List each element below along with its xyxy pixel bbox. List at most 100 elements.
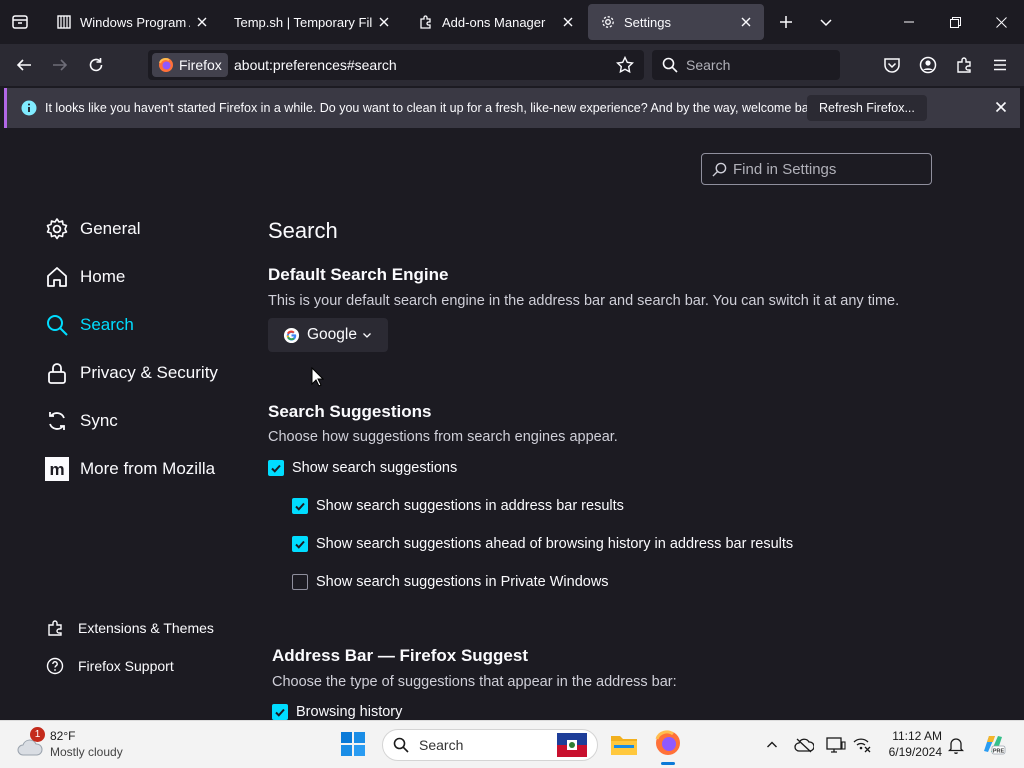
weather-description: Mostly cloudy bbox=[50, 745, 123, 759]
notifications-button[interactable] bbox=[946, 735, 966, 755]
firefox-taskbar-icon[interactable] bbox=[652, 729, 684, 767]
checkbox-checked[interactable] bbox=[292, 536, 308, 552]
forward-button[interactable] bbox=[44, 49, 76, 81]
tab-title: Windows Program Arc bbox=[80, 14, 190, 30]
folder-icon bbox=[611, 736, 637, 755]
active-app-indicator bbox=[661, 762, 675, 765]
suggestions-in-address-bar-option[interactable]: Show search suggestions in address bar r… bbox=[292, 498, 624, 514]
bookmark-star-button[interactable] bbox=[616, 56, 634, 74]
archive-icon bbox=[57, 15, 71, 29]
taskbar-search-box[interactable]: Search bbox=[382, 729, 598, 761]
network-tray-icon[interactable] bbox=[852, 735, 872, 755]
file-explorer-taskbar-icon[interactable] bbox=[610, 731, 638, 757]
windows-logo-icon bbox=[341, 732, 365, 756]
checkbox-label: Show search suggestions bbox=[292, 460, 458, 476]
checkbox-checked[interactable] bbox=[292, 498, 308, 514]
address-bar-suggest-description: Choose the type of suggestions that appe… bbox=[272, 674, 677, 690]
onedrive-tray-icon[interactable] bbox=[794, 735, 814, 755]
network-icon bbox=[853, 738, 871, 753]
close-window-button[interactable] bbox=[978, 0, 1024, 44]
url-text[interactable]: about:preferences#search bbox=[234, 57, 397, 73]
tab-addons-manager[interactable]: Add-ons Manager bbox=[406, 4, 586, 40]
category-search[interactable]: Search bbox=[44, 308, 134, 342]
account-button[interactable] bbox=[912, 49, 944, 81]
show-hidden-icons-button[interactable] bbox=[762, 735, 782, 755]
help-icon bbox=[46, 657, 64, 675]
firefox-logo-icon bbox=[159, 58, 173, 72]
footer-link-label: Firefox Support bbox=[78, 658, 174, 674]
browsing-history-option[interactable]: Browsing history bbox=[272, 704, 402, 720]
category-label: Search bbox=[80, 315, 134, 334]
back-button[interactable] bbox=[8, 49, 40, 81]
tab-windows-program-archive[interactable]: Windows Program Arc bbox=[44, 4, 220, 40]
display-tray-icon[interactable] bbox=[826, 735, 846, 755]
search-bar[interactable]: Search bbox=[652, 50, 840, 80]
find-in-settings-input[interactable]: Find in Settings bbox=[701, 153, 932, 185]
address-bar-suggest-heading: Address Bar — Firefox Suggest bbox=[272, 646, 529, 665]
search-icon bbox=[662, 57, 678, 73]
category-label: Privacy & Security bbox=[80, 363, 218, 382]
list-all-tabs-button[interactable] bbox=[810, 6, 842, 38]
forward-arrow-icon bbox=[53, 59, 68, 71]
svg-text:PRE: PRE bbox=[993, 749, 1005, 755]
category-sync[interactable]: Sync bbox=[44, 404, 118, 438]
close-notification-button[interactable] bbox=[995, 101, 1007, 113]
start-button[interactable] bbox=[340, 731, 366, 757]
checkbox-checked[interactable] bbox=[272, 704, 288, 720]
tab-settings[interactable]: Settings bbox=[588, 4, 764, 40]
taskbar-search-label: Search bbox=[419, 737, 464, 753]
minimize-icon bbox=[904, 21, 914, 23]
reload-button[interactable] bbox=[80, 49, 112, 81]
puzzle-icon bbox=[420, 15, 431, 29]
tab-list-button[interactable] bbox=[4, 6, 36, 38]
suggestions-private-windows-option[interactable]: Show search suggestions in Private Windo… bbox=[292, 574, 609, 590]
new-tab-button[interactable] bbox=[770, 6, 802, 38]
category-more-from-mozilla[interactable]: m More from Mozilla bbox=[44, 452, 215, 486]
category-home[interactable]: Home bbox=[44, 260, 125, 294]
mozilla-icon: m bbox=[44, 456, 70, 482]
close-tab-icon[interactable] bbox=[556, 10, 580, 34]
default-engine-dropdown[interactable]: Google bbox=[268, 318, 388, 352]
refresh-firefox-button[interactable]: Refresh Firefox... bbox=[807, 95, 927, 121]
address-bar[interactable]: Firefox about:preferences#search bbox=[148, 50, 644, 80]
windows-taskbar: 1 82°F Mostly cloudy Search 11:12 AM 6/1… bbox=[0, 720, 1024, 768]
suggestions-ahead-of-history-option[interactable]: Show search suggestions ahead of browsin… bbox=[292, 536, 793, 552]
identity-box[interactable]: Firefox bbox=[152, 53, 228, 77]
footer-link-label: Extensions & Themes bbox=[78, 620, 214, 636]
clock-date: 6/19/2024 bbox=[888, 745, 942, 759]
close-tab-icon[interactable] bbox=[372, 10, 396, 34]
category-privacy-security[interactable]: Privacy & Security bbox=[44, 356, 218, 390]
pocket-button[interactable] bbox=[876, 49, 908, 81]
close-tab-icon[interactable] bbox=[734, 10, 758, 34]
extensions-themes-link[interactable]: Extensions & Themes bbox=[46, 616, 214, 640]
clock[interactable]: 11:12 AM 6/19/2024 bbox=[880, 728, 942, 760]
firefox-support-link[interactable]: Firefox Support bbox=[46, 654, 174, 678]
close-icon bbox=[995, 101, 1007, 113]
checkbox-label: Show search suggestions ahead of browsin… bbox=[316, 536, 794, 552]
checkbox-unchecked[interactable] bbox=[292, 574, 308, 590]
restore-button[interactable] bbox=[932, 0, 978, 44]
search-icon bbox=[712, 162, 727, 177]
tab-strip: Windows Program Arc Temp.sh | Temporary … bbox=[0, 0, 1024, 44]
hamburger-menu-icon bbox=[994, 59, 1006, 71]
tab-temp-sh[interactable]: Temp.sh | Temporary File U bbox=[222, 4, 402, 40]
clock-time: 11:12 AM bbox=[892, 729, 942, 743]
puzzle-icon bbox=[48, 620, 62, 636]
gear-icon bbox=[44, 216, 70, 242]
category-label: General bbox=[80, 219, 141, 238]
close-tab-icon[interactable] bbox=[190, 10, 214, 34]
weather-widget[interactable]: 1 82°F Mostly cloudy bbox=[16, 727, 136, 763]
copilot-icon: PRE bbox=[984, 736, 1006, 755]
extensions-button[interactable] bbox=[948, 49, 980, 81]
checkbox-checked[interactable] bbox=[268, 460, 284, 476]
restore-icon bbox=[949, 16, 961, 28]
app-menu-button[interactable] bbox=[984, 49, 1016, 81]
minimize-button[interactable] bbox=[886, 0, 932, 44]
category-general[interactable]: General bbox=[44, 212, 140, 246]
category-label: Home bbox=[80, 267, 126, 286]
copilot-button[interactable]: PRE bbox=[980, 731, 1006, 757]
show-search-suggestions-option[interactable]: Show search suggestions bbox=[268, 460, 457, 476]
gear-icon bbox=[602, 16, 614, 28]
checkbox-label: Browsing history bbox=[296, 704, 403, 720]
google-icon bbox=[283, 327, 300, 343]
